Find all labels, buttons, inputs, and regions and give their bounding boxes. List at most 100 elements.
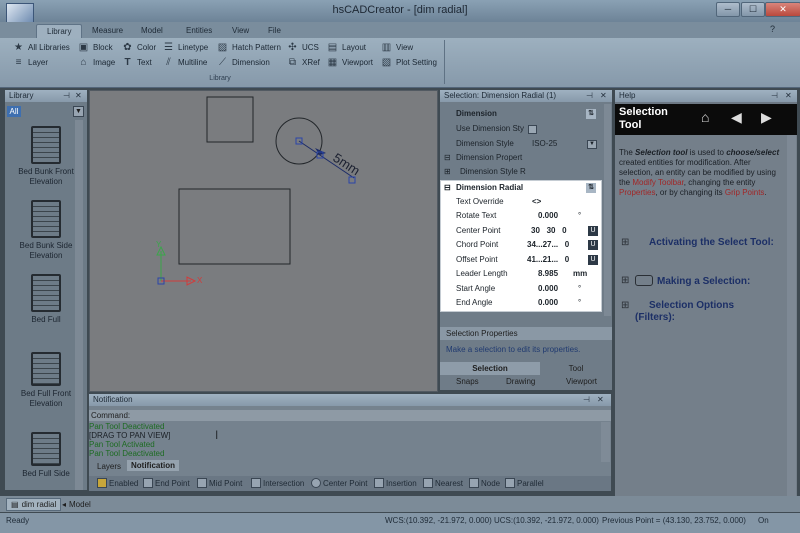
prop-row[interactable]: Use Dimension Sty — [440, 122, 602, 137]
tab-model[interactable]: Model — [131, 24, 173, 38]
linetype-button[interactable]: ☰ Linetype — [162, 40, 208, 55]
tab-layers[interactable]: Layers — [93, 461, 125, 472]
library-item[interactable]: Bed Full — [9, 274, 83, 325]
help-scrollbar[interactable] — [787, 135, 796, 500]
library-filter-select[interactable]: All — [7, 106, 21, 117]
tab-notification[interactable]: Notification — [127, 460, 179, 471]
prop-row[interactable]: Leader Length 8.985 mm — [440, 267, 602, 282]
prop-row[interactable]: ⊞ Dimension Style R — [440, 165, 602, 180]
snap-enabled[interactable]: Enabled — [97, 478, 138, 488]
sort-icon[interactable]: ⇅ — [586, 183, 596, 193]
drawing-canvas[interactable]: 5mm Y X — [89, 90, 438, 392]
help-close-icon[interactable]: ✕ — [785, 90, 792, 102]
tab-snaps[interactable]: Snaps — [456, 377, 479, 386]
tab-measure[interactable]: Measure — [82, 24, 133, 38]
prop-row[interactable]: Dimension Style ISO-25 ▼ — [440, 137, 602, 152]
text-button[interactable]: T Text — [121, 55, 151, 70]
grip-points-link[interactable]: Grip Points — [725, 188, 765, 197]
status-snap-on[interactable]: On — [758, 513, 769, 529]
help-icon[interactable]: ? — [770, 24, 775, 34]
dimension-section[interactable]: Dimension ⇅ — [440, 107, 602, 122]
prop-row[interactable]: End Angle 0.000 ° — [440, 296, 602, 311]
tab-entities[interactable]: Entities — [176, 24, 222, 38]
viewport-button[interactable]: ▦ Viewport — [326, 55, 373, 70]
properties-link[interactable]: Properties — [619, 188, 655, 197]
back-icon[interactable]: ◀ — [731, 109, 742, 126]
color-button[interactable]: ✿ Color — [121, 40, 156, 55]
snap-mid-point[interactable]: Mid Point — [197, 478, 242, 488]
pick-point-icon[interactable]: U — [588, 226, 598, 236]
library-item[interactable]: Bed Bunk Side Elevation — [9, 200, 83, 261]
snap-nearest[interactable]: Nearest — [423, 478, 463, 488]
drawn-rect-small[interactable] — [206, 96, 254, 143]
library-item[interactable]: Bed Full Side — [9, 432, 83, 479]
view-button[interactable]: ▥ View — [380, 40, 413, 55]
dimension-button[interactable]: ⟋ Dimension — [216, 55, 270, 70]
xref-button[interactable]: ⧉ XRef — [286, 55, 320, 70]
tab-library[interactable]: Library — [36, 24, 83, 38]
snap-center-point[interactable]: Center Point — [311, 478, 367, 488]
tab-viewport[interactable]: Viewport — [566, 377, 597, 386]
layout-button[interactable]: ▤ Layout — [326, 40, 366, 55]
snap-node[interactable]: Node — [469, 478, 500, 488]
prop-row[interactable]: Start Angle 0.000 ° — [440, 282, 602, 297]
help-section-options[interactable]: ⊞ Selection Options (Filters): — [621, 300, 765, 324]
pin-icon[interactable]: ⊣ — [63, 90, 70, 102]
multiline-button[interactable]: ⫽ Multiline — [162, 55, 207, 70]
modify-toolbar-link[interactable]: Modify Toolbar — [632, 178, 683, 187]
prop-row[interactable]: Center Point 30 30 0U — [440, 224, 602, 239]
layout-tab-model[interactable]: ◂ Model — [62, 500, 91, 509]
prop-row[interactable]: Rotate Text 0.000 ° — [440, 209, 602, 224]
sort-icon[interactable]: ⇅ — [586, 109, 596, 119]
prop-row[interactable]: ⊟ Dimension Propert — [440, 151, 602, 166]
prop-row[interactable]: Offset Point 41...21... 0U — [440, 253, 602, 268]
hatch-pattern-button[interactable]: ▨ Hatch Pattern — [216, 40, 281, 55]
prop-row[interactable]: Text Override <> — [440, 195, 602, 210]
prop-row[interactable]: Chord Point 34...27... 0U — [440, 238, 602, 253]
expand-icon[interactable]: ⊞ — [621, 237, 629, 249]
help-section-making[interactable]: ⊞ Making a Selection: — [621, 275, 790, 288]
start-angle-value[interactable]: 0.000 — [538, 282, 608, 296]
pick-point-icon[interactable]: U — [588, 240, 598, 250]
snap-intersection[interactable]: Intersection — [251, 478, 304, 488]
expand-icon[interactable]: ⊞ — [621, 275, 629, 287]
image-button[interactable]: ⌂ Image — [77, 55, 115, 70]
enabled-checkbox[interactable] — [97, 478, 107, 488]
layer-button[interactable]: ≡ Layer — [12, 55, 48, 70]
ucs-button[interactable]: ✣ UCS — [286, 40, 319, 55]
library-close-icon[interactable]: ✕ — [75, 90, 82, 102]
chord-point-value[interactable]: 34...27... 0 — [527, 238, 597, 252]
rotate-text-value[interactable]: 0.000 — [538, 209, 608, 223]
tab-view[interactable]: View — [222, 24, 259, 38]
collapse-icon[interactable]: ⊟ — [444, 181, 451, 195]
chevron-down-icon[interactable]: ▼ — [73, 106, 84, 117]
forward-icon[interactable]: ▶ — [761, 109, 772, 126]
dimension-radial-section[interactable]: ⊟ Dimension Radial ⇅ — [440, 181, 602, 196]
expand-icon[interactable]: ⊞ — [444, 165, 451, 179]
collapse-icon[interactable]: ⊟ — [444, 151, 451, 165]
tab-drawing[interactable]: Drawing — [506, 377, 535, 386]
minimize-button[interactable]: ─ — [716, 2, 740, 17]
home-icon[interactable]: ⌂ — [701, 109, 709, 125]
snap-end-point[interactable]: End Point — [143, 478, 190, 488]
pin-icon[interactable]: ⊣ — [771, 90, 778, 102]
maximize-button[interactable]: ☐ — [741, 2, 765, 17]
tab-tool[interactable]: Tool — [540, 362, 612, 375]
end-angle-value[interactable]: 0.000 — [538, 296, 608, 310]
expand-icon[interactable]: ⊞ — [621, 300, 629, 312]
drawn-rect-large[interactable] — [178, 188, 291, 265]
library-item[interactable]: Bed Bunk Front Elevation — [9, 126, 83, 187]
close-button[interactable]: ✕ — [765, 2, 800, 17]
notification-close-icon[interactable]: ✕ — [597, 394, 604, 406]
selection-close-icon[interactable]: ✕ — [600, 90, 607, 102]
pin-icon[interactable]: ⊣ — [583, 394, 590, 406]
pin-icon[interactable]: ⊣ — [586, 90, 593, 102]
snap-parallel[interactable]: Parallel — [505, 478, 544, 488]
pick-point-icon[interactable]: U — [588, 255, 598, 265]
doc-tab-dim-radial[interactable]: ▤ dim radial — [6, 498, 62, 511]
library-item[interactable]: Bed Full Front Elevation — [9, 352, 83, 409]
use-style-checkbox[interactable] — [528, 125, 537, 134]
command-line[interactable]: Command: — [89, 410, 611, 421]
offset-point-value[interactable]: 41...21... 0 — [527, 253, 597, 267]
help-section-activating[interactable]: ⊞ Activating the Select Tool: — [621, 237, 790, 249]
